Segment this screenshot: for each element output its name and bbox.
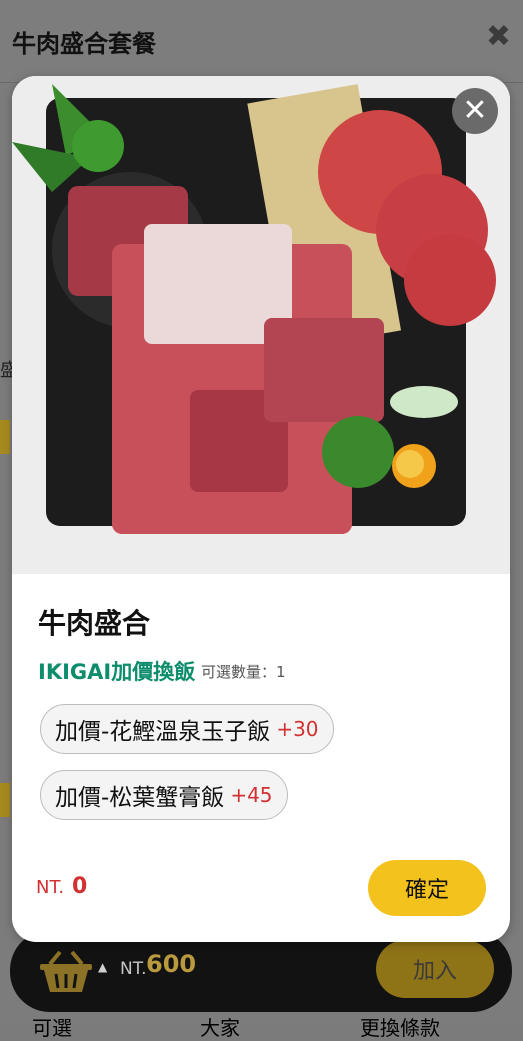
option-group-title: IKIGAI加價換飯 [38,660,196,684]
basket-icon[interactable] [38,948,94,994]
total-price-value: 0 [72,874,88,899]
add-to-cart-button[interactable]: 加入 [376,940,494,998]
product-title: 牛肉盛合 [38,607,151,640]
option-chip-2[interactable]: 加價-松葉蟹膏飯 +45 [40,770,288,820]
background-bottom-text: 大家 [200,1016,240,1040]
option-quantity-text: 可選數量：1 [201,663,286,681]
close-icon[interactable]: ✕ [452,88,498,134]
option-price: +30 [276,717,319,741]
cart-price-label: NT. [120,959,147,979]
background-bottom-text: 可選 [32,1016,72,1040]
confirm-button[interactable]: 確定 [368,860,486,916]
option-chip-1[interactable]: 加價-花鰹溫泉玉子飯 +30 [40,704,334,754]
option-price: +45 [230,783,273,807]
beef-platter-photo [12,76,510,574]
background-header: 牛肉盛合套餐 ✖ [0,0,523,83]
cart-price-value: 600 [146,950,197,978]
option-name: 加價-松葉蟹膏飯 [55,785,225,811]
product-modal: ✕ 牛肉盛合 IKIGAI加價換飯 可選數量：1 加價-花鰹溫泉玉子飯 +30 … [12,76,510,942]
bottom-cart-bar: ▲ NT. 600 加入 [10,930,512,1012]
background-bottom-text: 更換條款 [360,1016,440,1040]
background-title: 牛肉盛合套餐 [12,30,156,58]
option-name: 加價-花鰹溫泉玉子飯 [55,719,271,745]
caret-up-icon[interactable]: ▲ [98,960,107,974]
total-price-label: NT. [36,877,65,898]
background-section-marker [0,783,10,817]
background-section-marker [0,420,10,454]
background-close-icon[interactable]: ✖ [486,22,511,52]
